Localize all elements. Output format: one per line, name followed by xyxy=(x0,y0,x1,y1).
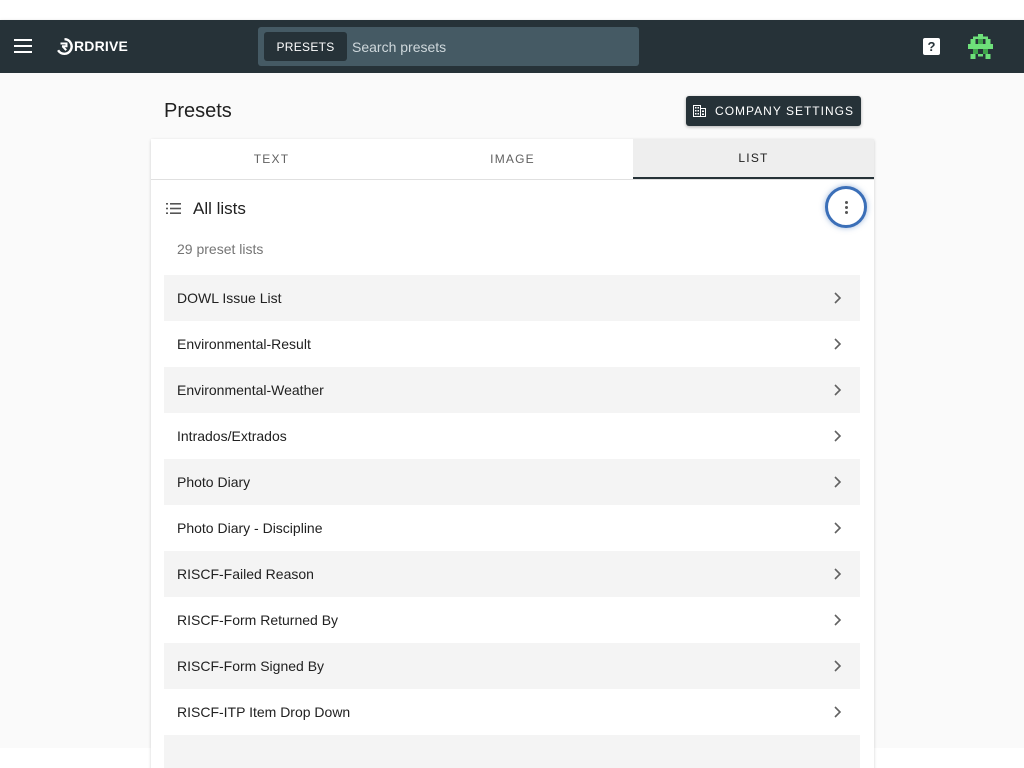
search-input[interactable] xyxy=(352,32,632,61)
list-item[interactable]: RISCF-ITP Item Drop Down xyxy=(164,689,860,735)
tab-list[interactable]: LIST xyxy=(633,139,874,179)
list-item[interactable]: Photo Diary - Discipline xyxy=(164,505,860,551)
list-header: All lists xyxy=(151,180,874,236)
pixel-avatar-icon[interactable] xyxy=(968,34,993,59)
list-item-label: Intrados/Extrados xyxy=(177,428,287,444)
list-item[interactable]: RISCF-Failed Reason xyxy=(164,551,860,597)
list-icon xyxy=(166,203,181,214)
chevron-right-icon xyxy=(834,568,842,580)
app-logo-text: RDRIVE xyxy=(74,38,129,54)
more-options-icon[interactable] xyxy=(825,186,867,228)
preset-tabs: TEXT IMAGE LIST xyxy=(151,139,874,180)
list-item[interactable]: Photo Diary xyxy=(164,459,860,505)
list-item-label: RISCF-Form Signed By xyxy=(177,658,325,674)
list-item-label: RISCF-Form Returned By xyxy=(177,612,339,628)
chevron-right-icon xyxy=(834,522,842,534)
list-item-label: Photo Diary xyxy=(177,474,251,490)
preset-list-count: 29 preset lists xyxy=(177,241,264,257)
list-item-label: Environmental-Result xyxy=(177,336,311,352)
presets-card: TEXT IMAGE LIST All lists 29 preset list… xyxy=(151,139,874,768)
rdrive-logo-icon xyxy=(57,37,73,55)
hamburger-menu-icon[interactable] xyxy=(14,38,32,54)
list-item-label: RISCF-ITP Item Drop Down xyxy=(177,704,351,720)
page-title: Presets xyxy=(164,100,232,122)
tab-image[interactable]: IMAGE xyxy=(392,139,633,179)
chevron-right-icon xyxy=(834,660,842,672)
chevron-right-icon xyxy=(834,384,842,396)
list-item[interactable]: Environmental-Weather xyxy=(164,367,860,413)
chevron-right-icon xyxy=(834,706,842,718)
list-title: All lists xyxy=(193,199,246,218)
tab-text[interactable]: TEXT xyxy=(151,139,392,179)
top-app-bar: RDRIVE PRESETS ? xyxy=(0,20,1024,73)
chevron-right-icon xyxy=(834,476,842,488)
chevron-right-icon xyxy=(834,614,842,626)
chevron-right-icon xyxy=(834,338,842,350)
chevron-right-icon xyxy=(834,292,842,304)
list-item[interactable]: Environmental-Result xyxy=(164,321,860,367)
preset-list: DOWL Issue List Environmental-Result Env… xyxy=(164,275,860,768)
main-content: Presets COMPANY SETTINGS TEXT IMAGE LIST xyxy=(0,73,1024,768)
list-item[interactable] xyxy=(164,735,860,768)
list-item[interactable]: DOWL Issue List xyxy=(164,275,860,321)
chevron-right-icon xyxy=(834,430,842,442)
list-item-label: DOWL Issue List xyxy=(177,290,282,306)
company-settings-button[interactable]: COMPANY SETTINGS xyxy=(686,96,861,126)
app-logo[interactable]: RDRIVE xyxy=(56,36,128,56)
list-item-label: Photo Diary - Discipline xyxy=(177,520,323,536)
search-scope-chip[interactable]: PRESETS xyxy=(264,32,347,61)
list-item[interactable]: RISCF-Form Returned By xyxy=(164,597,860,643)
list-item[interactable]: RISCF-Form Signed By xyxy=(164,643,860,689)
list-item-label: Environmental-Weather xyxy=(177,382,324,398)
company-settings-label: COMPANY SETTINGS xyxy=(715,104,854,118)
list-item-label: RISCF-Failed Reason xyxy=(177,566,314,582)
building-icon xyxy=(693,105,707,117)
list-item[interactable]: Intrados/Extrados xyxy=(164,413,860,459)
search-bar: PRESETS xyxy=(258,27,639,66)
help-icon[interactable]: ? xyxy=(923,38,940,55)
